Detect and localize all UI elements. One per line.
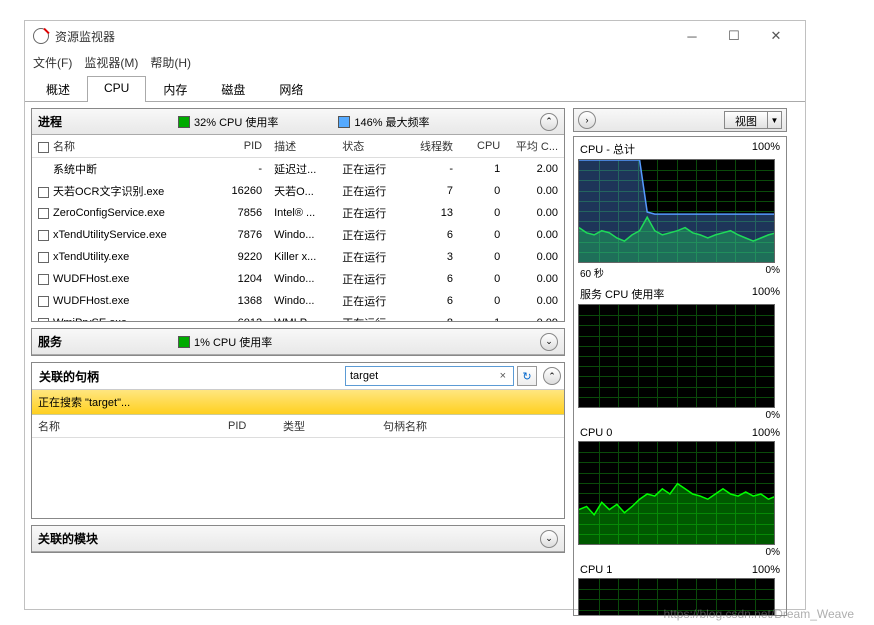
- table-row[interactable]: WUDFHost.exe1368Windo...正在运行600.00: [32, 290, 564, 312]
- row-checkbox[interactable]: [38, 252, 49, 263]
- column-header[interactable]: 平均 C...: [506, 135, 564, 158]
- menu-file[interactable]: 文件(F): [33, 54, 72, 71]
- menu-help[interactable]: 帮助(H): [150, 54, 191, 71]
- resource-monitor-window: 资源监视器 ─ ☐ ✕ 文件(F) 监视器(M) 帮助(H) 概述 CPU 内存…: [24, 20, 806, 610]
- chart-title: CPU - 总计: [580, 141, 635, 157]
- chart-area: [578, 159, 775, 263]
- cpu-usage-icon: [178, 116, 190, 128]
- chart-max: 100%: [752, 427, 780, 439]
- row-checkbox[interactable]: [38, 318, 49, 321]
- tab-network[interactable]: 网络: [262, 76, 320, 102]
- right-toolbar: › 视图 ▼: [573, 108, 787, 132]
- searching-status: 正在搜索 "target"...: [32, 390, 564, 415]
- table-row[interactable]: 天若OCR文字识别.exe16260天若O...正在运行700.00: [32, 180, 564, 202]
- services-expand-button[interactable]: ⌄: [540, 333, 558, 351]
- watermark: https://blog.csdn.net/Dream_Weave: [663, 607, 854, 621]
- chart-title: CPU 0: [580, 427, 612, 439]
- nav-right-button[interactable]: ›: [578, 111, 596, 129]
- minimize-button[interactable]: ─: [671, 22, 713, 50]
- column-header[interactable]: 类型: [277, 415, 377, 438]
- column-header[interactable]: 名称: [32, 415, 222, 438]
- chart-title: 服务 CPU 使用率: [580, 286, 664, 302]
- tab-disk[interactable]: 磁盘: [204, 76, 262, 102]
- titlebar: 资源监视器 ─ ☐ ✕: [25, 21, 805, 51]
- chart-foot-right: 0%: [766, 410, 780, 421]
- chart-max: 100%: [752, 564, 780, 576]
- tab-memory[interactable]: 内存: [146, 76, 204, 102]
- handles-collapse-button[interactable]: ⌃: [543, 367, 561, 385]
- column-header[interactable]: PID: [222, 415, 277, 438]
- column-header[interactable]: 名称: [32, 135, 210, 158]
- menu-monitor[interactable]: 监视器(M): [84, 54, 138, 71]
- chart-title: CPU 1: [580, 564, 612, 576]
- row-checkbox[interactable]: [38, 296, 49, 307]
- handles-title: 关联的句柄: [35, 368, 345, 385]
- services-cpu-icon: [178, 336, 190, 348]
- tab-overview[interactable]: 概述: [29, 76, 87, 102]
- table-row[interactable]: WmiPrvSE.exe6012WMI P...正在运行810.09: [32, 312, 564, 321]
- row-checkbox[interactable]: [38, 187, 49, 198]
- chart-area: [578, 304, 775, 408]
- processes-collapse-button[interactable]: ⌃: [540, 113, 558, 131]
- select-all-checkbox[interactable]: [38, 142, 49, 153]
- chart-foot-right: 0%: [766, 265, 780, 280]
- charts-container: CPU - 总计 100% 60 秒 0% 服务 CPU 使用率 100% 0% CPU 0 1…: [573, 136, 787, 616]
- processes-title: 进程: [38, 113, 178, 130]
- modules-title: 关联的模块: [38, 530, 178, 547]
- handles-search-input[interactable]: [350, 370, 497, 382]
- table-row[interactable]: 系统中断-延迟过...正在运行-12.00: [32, 158, 564, 181]
- services-title: 服务: [38, 333, 178, 350]
- handles-panel: 关联的句柄 × ↻ ⌃ 正在搜索 "target"... 名称PID类型句柄名称: [31, 362, 565, 519]
- handles-search-wrap: ×: [345, 366, 514, 386]
- close-button[interactable]: ✕: [755, 22, 797, 50]
- app-icon: [33, 28, 49, 44]
- column-header[interactable]: PID: [210, 135, 268, 158]
- table-row[interactable]: xTendUtility.exe9220Killer x...正在运行300.0…: [32, 246, 564, 268]
- chart-foot-left: 60 秒: [580, 265, 604, 280]
- table-row[interactable]: ZeroConfigService.exe7856Intel® ...正在运行1…: [32, 202, 564, 224]
- row-checkbox[interactable]: [38, 274, 49, 285]
- column-header[interactable]: 描述: [268, 135, 336, 158]
- services-panel: 服务 1% CPU 使用率 ⌄: [31, 328, 565, 356]
- column-header[interactable]: 句柄名称: [377, 415, 564, 438]
- table-row[interactable]: xTendUtilityService.exe7876Windo...正在运行6…: [32, 224, 564, 246]
- chart-max: 100%: [752, 286, 780, 302]
- chart-block: CPU - 总计 100% 60 秒 0%: [578, 141, 782, 280]
- row-checkbox[interactable]: [38, 230, 49, 241]
- services-cpu-text: 1% CPU 使用率: [194, 334, 272, 350]
- window-title: 资源监视器: [55, 28, 671, 45]
- processes-table: 名称PID描述状态线程数CPU平均 C... 系统中断-延迟过...正在运行-1…: [32, 135, 564, 321]
- clear-search-icon[interactable]: ×: [497, 370, 509, 382]
- view-button[interactable]: 视图: [724, 111, 768, 129]
- refresh-search-button[interactable]: ↻: [517, 366, 537, 386]
- chart-foot-right: 0%: [766, 547, 780, 558]
- processes-panel: 进程 32% CPU 使用率 146% 最大频率 ⌃ 名称PID描述状态线程数C…: [31, 108, 565, 322]
- menubar: 文件(F) 监视器(M) 帮助(H): [25, 51, 805, 73]
- tab-bar: 概述 CPU 内存 磁盘 网络: [25, 75, 805, 102]
- chart-block: CPU 0 100% 0%: [578, 427, 782, 558]
- chart-max: 100%: [752, 141, 780, 157]
- cpu-usage-text: 32% CPU 使用率: [194, 114, 278, 130]
- table-row[interactable]: WUDFHost.exe1204Windo...正在运行600.00: [32, 268, 564, 290]
- modules-expand-button[interactable]: ⌄: [540, 530, 558, 548]
- column-header[interactable]: 线程数: [401, 135, 459, 158]
- chart-block: 服务 CPU 使用率 100% 0%: [578, 286, 782, 421]
- column-header[interactable]: CPU: [459, 135, 506, 158]
- row-checkbox[interactable]: [38, 208, 49, 219]
- column-header[interactable]: 状态: [336, 135, 401, 158]
- chart-area: [578, 441, 775, 545]
- max-freq-icon: [338, 116, 350, 128]
- view-dropdown-button[interactable]: ▼: [768, 111, 782, 129]
- maximize-button[interactable]: ☐: [713, 22, 755, 50]
- modules-panel: 关联的模块 ⌄: [31, 525, 565, 553]
- handles-table: 名称PID类型句柄名称: [32, 415, 564, 438]
- tab-cpu[interactable]: CPU: [87, 76, 146, 102]
- max-freq-text: 146% 最大频率: [354, 114, 429, 130]
